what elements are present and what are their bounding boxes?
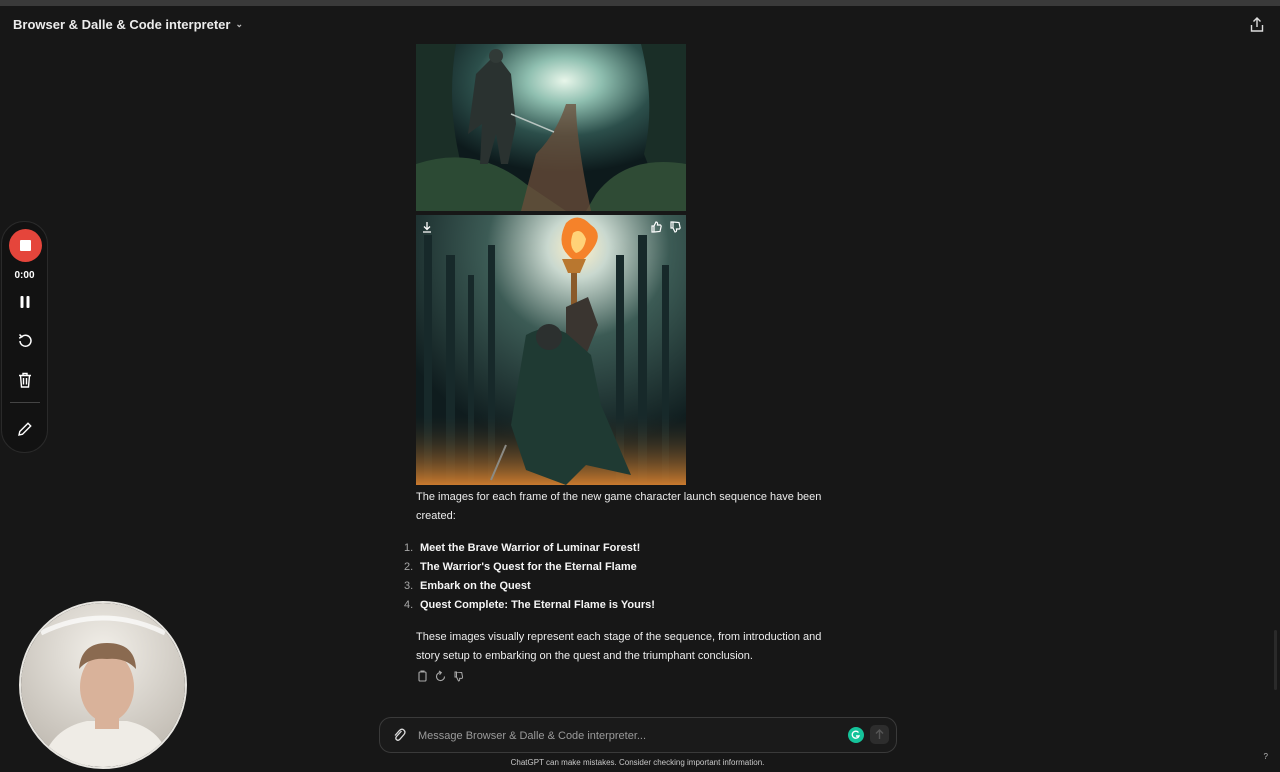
model-title: Browser & Dalle & Code interpreter [13,17,231,32]
share-icon[interactable] [1248,16,1266,34]
list-item-text: Quest Complete: The Eternal Flame is You… [420,599,655,611]
message-actions [416,670,465,683]
send-button[interactable] [870,725,889,744]
webcam-overlay [19,601,187,769]
list-item: 2. The Warrior's Quest for the Eternal Fl… [404,558,655,577]
list-number: 2. [404,561,414,573]
list-number: 3. [404,580,414,592]
list-item-text: The Warrior's Quest for the Eternal Flam… [420,561,637,573]
assistant-message-intro: The images for each frame of the new gam… [416,491,822,522]
warrior-flame-illustration [416,215,686,485]
regenerate-icon[interactable] [434,670,447,683]
list-item: 4. Quest Complete: The Eternal Flame is Y… [404,596,655,615]
assistant-message-outro: These images visually represent each sta… [416,631,822,662]
arrow-up-icon [875,729,884,739]
presenter-webcam-feed [21,603,185,767]
thumbs-down-icon[interactable] [452,670,465,683]
disclaimer-text: ChatGPT can make mistakes. Consider chec… [510,758,765,767]
message-composer [379,717,897,753]
download-icon[interactable] [419,219,435,235]
list-item-text: Embark on the Quest [420,580,531,592]
scrollbar-thumb[interactable] [1274,630,1277,690]
message-input[interactable] [416,727,820,745]
list-number: 1. [404,542,414,554]
list-number: 4. [404,599,414,611]
restart-icon[interactable] [16,332,34,350]
frame-title-list: 1. Meet the Brave Warrior of Luminar Fore… [404,539,655,615]
pause-icon[interactable] [16,293,34,311]
chat-header: Browser & Dalle & Code interpreter ⌄ [0,6,1280,44]
copy-icon[interactable] [416,670,429,683]
generated-image-raising-flame[interactable] [416,215,686,485]
toolbar-divider [10,402,40,403]
list-item: 1. Meet the Brave Warrior of Luminar Fore… [404,539,655,558]
grammarly-icon[interactable] [848,727,864,743]
thumbs-up-icon[interactable] [648,219,664,235]
recording-timer: 0:00 [14,270,35,281]
trash-icon[interactable] [16,371,34,389]
list-item-text: Meet the Brave Warrior of Luminar Forest… [420,542,641,554]
list-item: 3. Embark on the Quest [404,577,655,596]
model-selector[interactable]: Browser & Dalle & Code interpreter ⌄ [13,17,243,32]
stop-recording-button[interactable] [9,229,42,262]
screen-recorder-toolbar: 0:00 [1,221,48,453]
thumbs-down-icon[interactable] [667,219,683,235]
pencil-icon[interactable] [16,420,34,438]
generated-image-forest-path[interactable] [416,44,686,211]
chevron-down-icon: ⌄ [235,19,243,29]
paperclip-icon[interactable] [392,727,406,743]
help-button[interactable]: ? [1264,752,1268,761]
forest-path-illustration [416,44,686,211]
